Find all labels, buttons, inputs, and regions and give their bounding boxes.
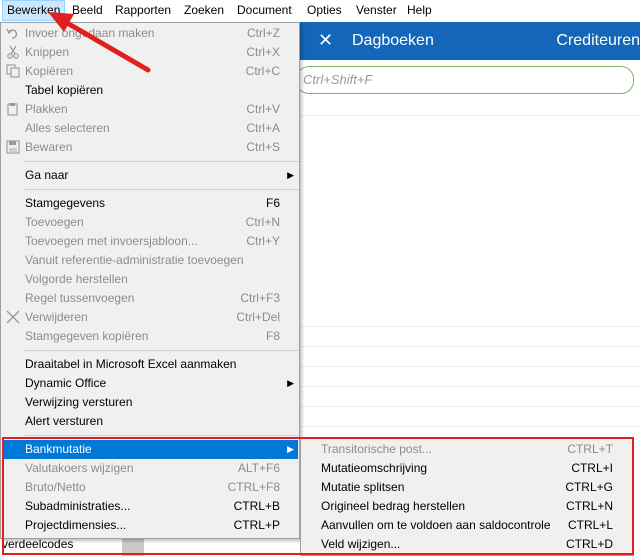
menu-item-paste[interactable]: Plakken Ctrl+V <box>2 100 298 119</box>
menu-item-label: Verwijzing versturen <box>25 395 133 409</box>
undo-icon <box>5 26 21 41</box>
menu-item-shortcut: Ctrl+Z <box>247 26 280 40</box>
search-input[interactable]: Ctrl+Shift+F <box>296 66 634 94</box>
delete-x-icon <box>5 310 21 325</box>
menu-item-shortcut: Ctrl+X <box>246 45 280 59</box>
menu-item-label: Draaitabel in Microsoft Excel aanmaken <box>25 357 237 371</box>
search-placeholder: Ctrl+Shift+F <box>303 72 373 87</box>
menu-item-shortcut: F8 <box>265 329 280 343</box>
save-icon <box>5 140 21 155</box>
menu-item-label: Knippen <box>25 45 70 59</box>
menu-item-draaitabel[interactable]: Draaitabel in Microsoft Excel aanmaken <box>2 355 298 374</box>
menu-zoeken[interactable]: Zoeken <box>180 0 228 21</box>
menu-item-select-all[interactable]: Alles selecteren Ctrl+A <box>2 119 298 138</box>
menu-bar: Bewerken Beeld Rapporten Zoeken Document… <box>0 0 640 23</box>
divider <box>300 406 640 407</box>
menu-item-regel-tussenvoegen[interactable]: Regel tussenvoegen Ctrl+F3 <box>2 289 298 308</box>
menu-item-shortcut: Ctrl+S <box>246 140 280 154</box>
window-title-right: Crediteuren <box>556 32 640 49</box>
menu-item-shortcut: Ctrl+V <box>246 102 280 116</box>
menu-item-undo[interactable]: Invoer ongedaan maken Ctrl+Z <box>2 24 298 43</box>
scissors-icon <box>5 45 21 60</box>
menu-item-verwijzing[interactable]: Verwijzing versturen <box>2 393 298 412</box>
window-header: ✕ Dagboeken Crediteuren <box>300 22 640 60</box>
divider <box>300 426 640 427</box>
paste-icon <box>5 102 21 117</box>
menu-item-label: Alert versturen <box>25 414 104 428</box>
menu-item-shortcut: Ctrl+N <box>245 215 280 229</box>
menu-item-alert[interactable]: Alert versturen <box>2 412 298 431</box>
menu-item-label: Ga naar <box>25 168 69 182</box>
menu-item-label: Volgorde herstellen <box>25 272 128 286</box>
divider <box>300 326 640 327</box>
menu-item-shortcut: Ctrl+Del <box>236 310 280 324</box>
menu-item-stamgegevens[interactable]: Stamgegevens F6 <box>2 194 298 213</box>
menu-help[interactable]: Help <box>403 0 436 21</box>
menu-item-shortcut: Ctrl+A <box>246 121 280 135</box>
menu-item-label: Regel tussenvoegen <box>25 291 135 305</box>
menu-bewerken[interactable]: Bewerken <box>2 0 66 21</box>
menu-separator <box>23 350 299 351</box>
menu-item-label: Verwijderen <box>25 310 88 324</box>
menu-item-label: Toevoegen <box>25 215 84 229</box>
menu-item-referentie[interactable]: Vanuit referentie-administratie toevoege… <box>2 251 298 270</box>
menu-item-shortcut: Ctrl+F3 <box>240 291 280 305</box>
menu-item-label: Dynamic Office <box>25 376 107 390</box>
menu-item-label: Kopiëren <box>25 64 74 78</box>
menu-venster[interactable]: Venster <box>352 0 401 21</box>
menu-item-label: Invoer ongedaan maken <box>25 26 155 40</box>
highlight-box <box>2 437 634 555</box>
divider <box>300 115 640 116</box>
menu-item-label: Stamgegeven kopiëren <box>25 329 149 343</box>
menu-beeld[interactable]: Beeld <box>68 0 107 21</box>
menu-item-goto[interactable]: Ga naar ▶ <box>2 166 298 185</box>
menu-item-toevoegen[interactable]: Toevoegen Ctrl+N <box>2 213 298 232</box>
menu-item-label: Tabel kopiëren <box>25 83 104 97</box>
menu-item-shortcut: Ctrl+C <box>245 64 280 78</box>
menu-opties[interactable]: Opties <box>303 0 346 21</box>
menu-item-copy[interactable]: Kopiëren Ctrl+C <box>2 62 298 81</box>
menu-item-dynamic-office[interactable]: Dynamic Office ▶ <box>2 374 298 393</box>
menu-item-copy-table[interactable]: Tabel kopiëren <box>2 81 298 100</box>
menu-item-label: Plakken <box>25 102 68 116</box>
menu-item-save[interactable]: Bewaren Ctrl+S <box>2 138 298 157</box>
menu-item-label: Alles selecteren <box>25 121 110 135</box>
menu-document[interactable]: Document <box>233 0 296 21</box>
menu-rapporten[interactable]: Rapporten <box>111 0 175 21</box>
chevron-right-icon: ▶ <box>287 378 294 388</box>
menu-item-shortcut: F6 <box>265 196 280 210</box>
menu-separator <box>23 161 299 162</box>
menu-separator <box>23 435 299 436</box>
menu-item-stamgegeven-kopieren[interactable]: Stamgegeven kopiëren F8 <box>2 327 298 346</box>
menu-item-label: Stamgegevens <box>25 196 106 210</box>
menu-item-toevoegen-sjabloon[interactable]: Toevoegen met invoersjabloon... Ctrl+Y <box>2 232 298 251</box>
menu-item-label: Vanuit referentie-administratie toevoege… <box>25 253 244 267</box>
chevron-right-icon: ▶ <box>287 170 294 180</box>
close-icon[interactable]: ✕ <box>318 30 333 50</box>
menu-item-label: Toevoegen met invoersjabloon... <box>25 234 198 248</box>
menu-separator <box>23 189 299 190</box>
menu-item-cut[interactable]: Knippen Ctrl+X <box>2 43 298 62</box>
menu-item-label: Bewaren <box>25 140 73 154</box>
copy-icon <box>5 64 21 79</box>
window-title: Dagboeken <box>352 32 434 49</box>
divider <box>300 366 640 367</box>
divider <box>300 386 640 387</box>
menu-item-verwijderen[interactable]: Verwijderen Ctrl+Del <box>2 308 298 327</box>
menu-item-volgorde[interactable]: Volgorde herstellen <box>2 270 298 289</box>
menu-item-shortcut: Ctrl+Y <box>246 234 280 248</box>
divider <box>300 346 640 347</box>
